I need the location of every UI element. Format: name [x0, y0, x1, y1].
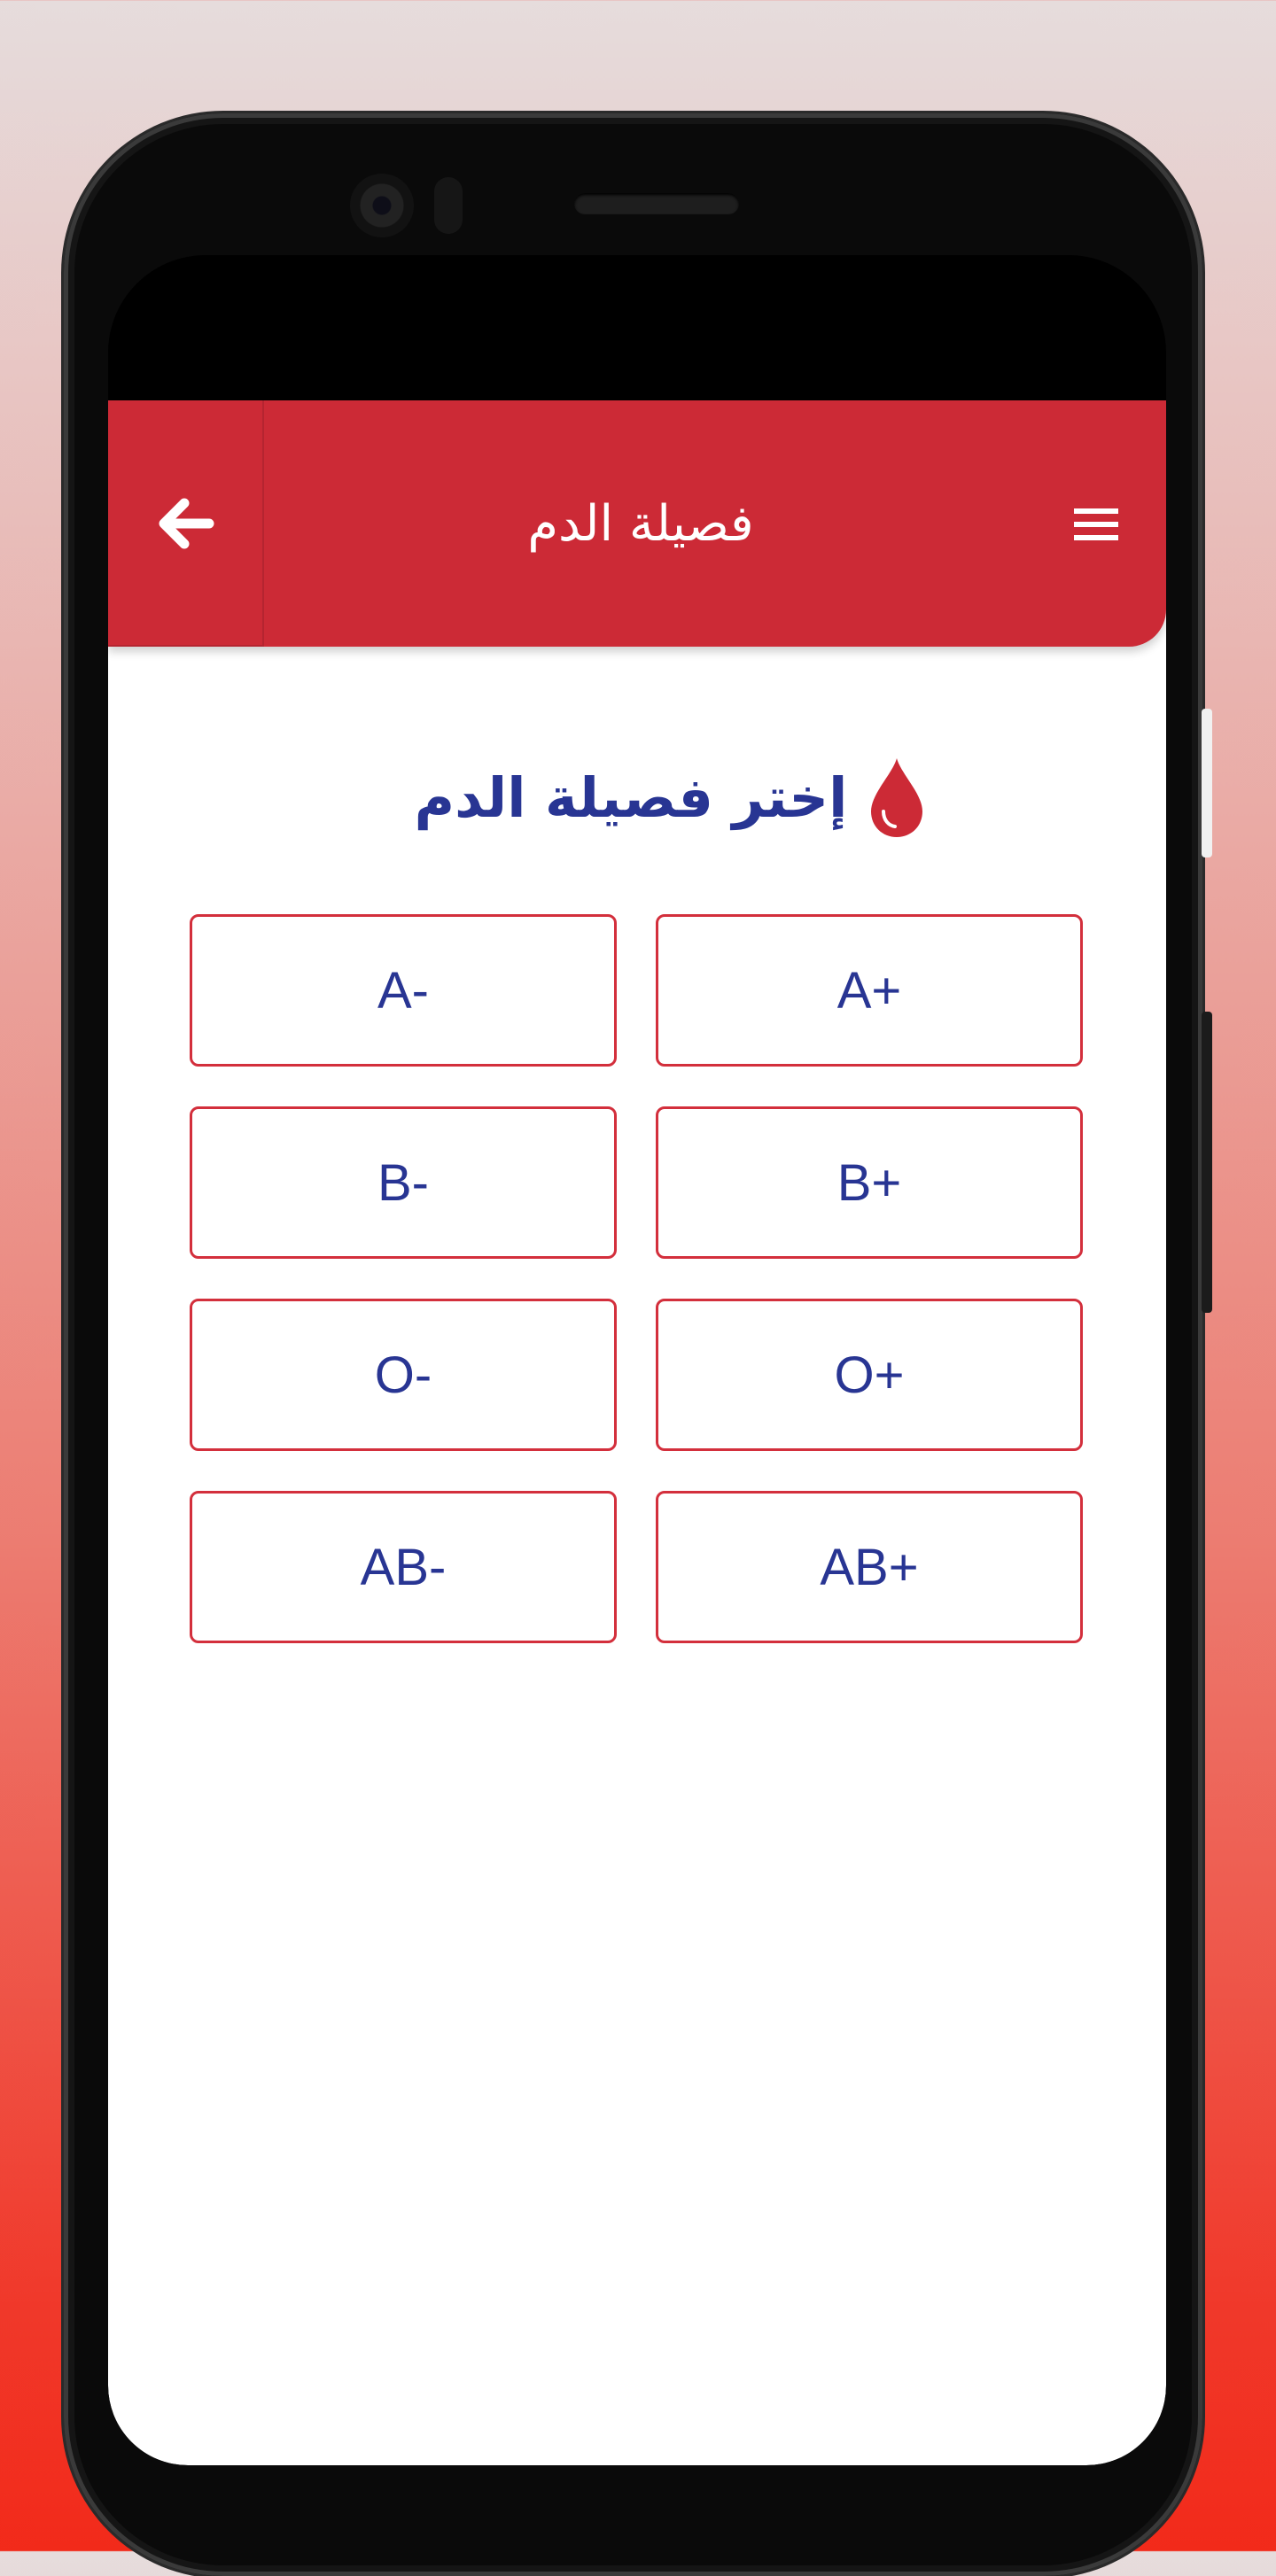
back-button[interactable]	[108, 400, 264, 647]
volume-button	[1202, 1012, 1212, 1313]
blood-type-a-negative-button[interactable]: A-	[190, 914, 617, 1067]
page-title: فصيلة الدم	[527, 494, 754, 553]
proximity-sensor	[434, 177, 463, 234]
blood-drop-icon	[871, 758, 922, 837]
app-header: فصيلة الدم	[108, 400, 1166, 647]
blood-type-b-negative-button[interactable]: B-	[190, 1106, 617, 1259]
blood-type-ab-negative-button[interactable]: AB-	[190, 1491, 617, 1643]
blood-type-a-positive-button[interactable]: A+	[656, 914, 1083, 1067]
blood-type-ab-positive-button[interactable]: AB+	[656, 1491, 1083, 1643]
app-view: فصيلة الدم إختر فصيلة الدم A- A+ B- B+ O…	[108, 400, 1166, 2465]
blood-type-o-negative-button[interactable]: O-	[190, 1299, 617, 1451]
earpiece-speaker	[574, 193, 739, 214]
blood-type-o-positive-button[interactable]: O+	[656, 1299, 1083, 1451]
front-camera	[350, 174, 414, 237]
choose-blood-type-heading: إختر فصيلة الدم	[414, 764, 848, 830]
blood-type-grid: A- A+ B- B+ O- O+ AB- AB+	[190, 914, 1085, 1643]
hamburger-menu-icon[interactable]	[1074, 507, 1118, 542]
power-button	[1202, 709, 1212, 857]
phone-screen: فصيلة الدم إختر فصيلة الدم A- A+ B- B+ O…	[108, 255, 1166, 2465]
arrow-left-icon	[159, 498, 214, 549]
blood-type-b-positive-button[interactable]: B+	[656, 1106, 1083, 1259]
